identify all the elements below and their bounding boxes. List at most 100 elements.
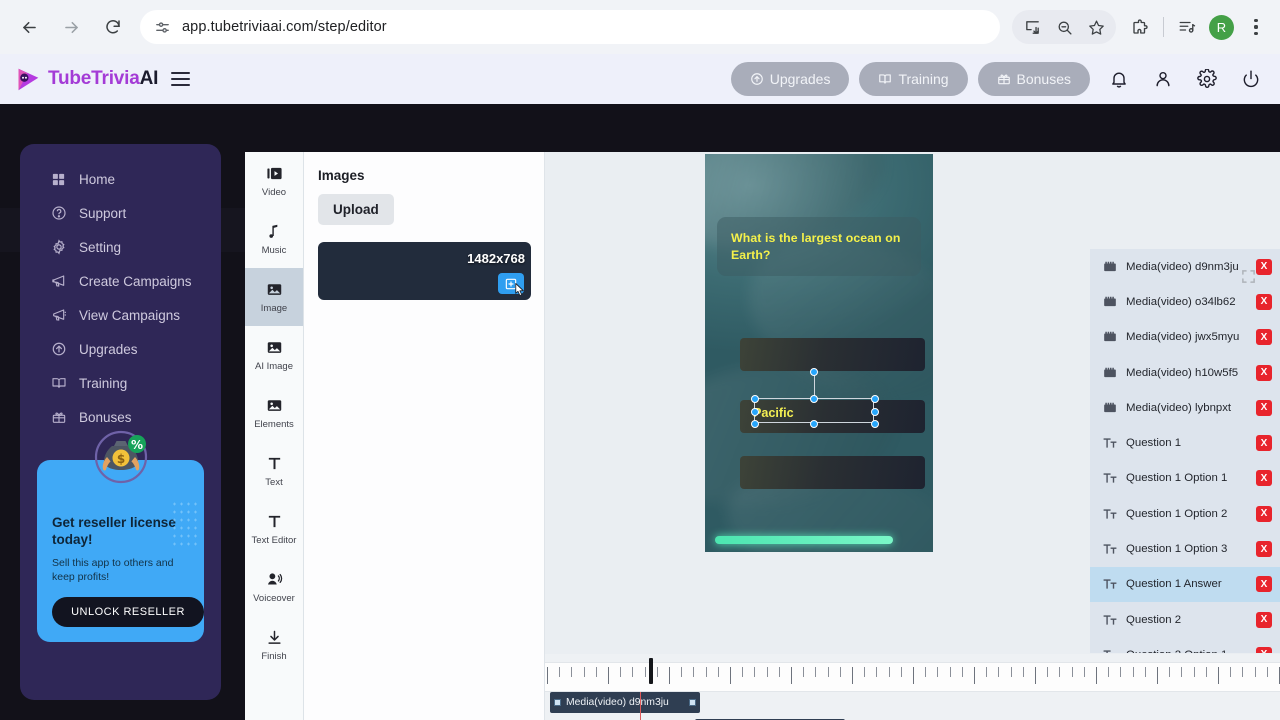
- clip-label: Media(video) d9nm3ju: [566, 697, 669, 708]
- handle-top-center[interactable]: [810, 395, 818, 403]
- handle-left-middle[interactable]: [751, 408, 759, 416]
- timeline-playhead-handle[interactable]: [649, 658, 653, 684]
- timeline-clip[interactable]: Media(video) d9nm3ju: [550, 692, 700, 713]
- layer-delete-button[interactable]: X: [1256, 364, 1272, 381]
- layer-row[interactable]: Media(video) jwx5myu X: [1090, 320, 1280, 355]
- sidebar-item-view-campaigns[interactable]: View Campaigns: [20, 298, 221, 332]
- megaphone-icon: [50, 273, 67, 290]
- tool-text-editor[interactable]: Text Editor: [245, 500, 303, 558]
- ruler-tick: [925, 667, 927, 677]
- layer-row[interactable]: Media(video) lybnpxt X: [1090, 390, 1280, 425]
- hamburger-menu-icon[interactable]: [171, 72, 191, 86]
- tool-video[interactable]: Video: [245, 152, 303, 210]
- layer-delete-button[interactable]: X: [1256, 576, 1272, 593]
- tool-label-finish: Finish: [261, 651, 287, 662]
- profile-avatar[interactable]: R: [1209, 14, 1234, 40]
- sidebar-item-support[interactable]: Support: [20, 196, 221, 230]
- upload-button[interactable]: Upload: [318, 194, 394, 225]
- layer-row[interactable]: Media(video) o34lb62 X: [1090, 284, 1280, 319]
- film-icon: [1102, 330, 1117, 344]
- handle-bottom-center[interactable]: [810, 420, 818, 428]
- extensions-button[interactable]: [1124, 11, 1156, 43]
- clip-handle-left[interactable]: [554, 699, 561, 706]
- layer-row[interactable]: Question 1 X: [1090, 425, 1280, 460]
- layer-delete-button[interactable]: X: [1256, 329, 1272, 346]
- layer-row[interactable]: Media(video) h10w5f5 X: [1090, 355, 1280, 390]
- account-button[interactable]: [1148, 64, 1178, 94]
- reload-button[interactable]: [96, 10, 130, 44]
- layer-row[interactable]: Question 1 Option 2 X: [1090, 496, 1280, 531]
- sidebar-item-home[interactable]: Home: [20, 162, 221, 196]
- rotate-handle[interactable]: [810, 368, 818, 376]
- layer-delete-button[interactable]: X: [1256, 293, 1272, 310]
- handle-right-middle[interactable]: [871, 408, 879, 416]
- preview-progress-track[interactable]: [715, 536, 893, 544]
- canvas-area: What is the largest ocean on Earth? Paci…: [545, 152, 1101, 552]
- tool-rail: Video Music Image AI Image Elements Text…: [245, 152, 304, 720]
- tool-text[interactable]: Text: [245, 442, 303, 500]
- back-button[interactable]: [12, 10, 46, 44]
- tool-image[interactable]: Image: [245, 268, 303, 326]
- layer-delete-button[interactable]: X: [1256, 646, 1272, 653]
- logout-button[interactable]: [1236, 64, 1266, 94]
- ruler-tick: [1108, 667, 1110, 677]
- unlock-reseller-button[interactable]: UNLOCK RESELLER: [52, 596, 204, 627]
- brand-logo-group[interactable]: TubeTriviaAI: [14, 66, 158, 93]
- install-app-button[interactable]: [1016, 11, 1048, 43]
- option-bar-1[interactable]: [740, 338, 925, 371]
- handle-top-left[interactable]: [751, 395, 759, 403]
- selection-box[interactable]: [751, 368, 879, 428]
- layer-row[interactable]: Question 2 X: [1090, 602, 1280, 637]
- ruler-tick: [705, 667, 707, 677]
- layer-delete-button[interactable]: X: [1256, 435, 1272, 452]
- handle-bottom-left[interactable]: [751, 420, 759, 428]
- layer-delete-button[interactable]: X: [1256, 470, 1272, 487]
- tool-ai-image[interactable]: AI Image: [245, 326, 303, 384]
- tool-voiceover[interactable]: Voiceover: [245, 558, 303, 616]
- address-bar[interactable]: app.tubetriviaai.com/step/editor: [140, 10, 1000, 44]
- tool-elements[interactable]: Elements: [245, 384, 303, 442]
- option-bar-3[interactable]: [740, 456, 925, 489]
- image-thumbnail-card[interactable]: 1482x768: [318, 242, 531, 300]
- layer-delete-button[interactable]: X: [1256, 611, 1272, 628]
- sidebar-item-create-campaigns[interactable]: Create Campaigns: [20, 264, 221, 298]
- promo-dot-pattern: [171, 500, 197, 546]
- ruler-tick: [595, 667, 597, 677]
- handle-bottom-right[interactable]: [871, 420, 879, 428]
- forward-button[interactable]: [54, 10, 88, 44]
- tool-music[interactable]: Music: [245, 210, 303, 268]
- layer-row[interactable]: Question 2 Option 1 X: [1090, 637, 1280, 653]
- tool-finish[interactable]: Finish: [245, 616, 303, 674]
- sidebar-label-create-campaigns: Create Campaigns: [79, 273, 192, 289]
- text-icon: [1102, 436, 1117, 450]
- layer-delete-button[interactable]: X: [1256, 505, 1272, 522]
- grid-icon: [50, 171, 67, 188]
- layer-row-selected[interactable]: Question 1 Answer X: [1090, 566, 1280, 602]
- layer-row[interactable]: Question 1 Option 1 X: [1090, 461, 1280, 496]
- settings-button[interactable]: [1192, 64, 1222, 94]
- browser-menu-button[interactable]: [1240, 11, 1272, 43]
- header-upgrades-button[interactable]: Upgrades: [730, 62, 850, 96]
- zoom-button[interactable]: [1048, 11, 1080, 43]
- sidebar-item-upgrades[interactable]: Upgrades: [20, 332, 221, 366]
- book-icon: [879, 74, 892, 84]
- page-settings-icon[interactable]: [154, 19, 171, 36]
- header-training-button[interactable]: Training: [859, 62, 968, 96]
- timeline-ruler[interactable]: [545, 662, 1280, 692]
- video-preview[interactable]: What is the largest ocean on Earth? Paci…: [705, 154, 933, 552]
- money-bag-icon: $ %: [94, 430, 147, 484]
- sidebar-item-setting[interactable]: Setting: [20, 230, 221, 264]
- sidebar-item-training[interactable]: Training: [20, 366, 221, 400]
- expand-icon[interactable]: [1241, 269, 1256, 284]
- layer-row[interactable]: Question 1 Option 3 X: [1090, 531, 1280, 566]
- layer-delete-button[interactable]: X: [1256, 399, 1272, 416]
- header-bonuses-button[interactable]: Bonuses: [977, 62, 1090, 96]
- handle-top-right[interactable]: [871, 395, 879, 403]
- notifications-button[interactable]: [1104, 64, 1134, 94]
- bookmark-button[interactable]: [1080, 11, 1112, 43]
- layer-delete-button[interactable]: X: [1256, 541, 1272, 558]
- layer-delete-button[interactable]: X: [1256, 258, 1272, 275]
- clip-handle-right[interactable]: [689, 699, 696, 706]
- ruler-tick: [913, 667, 914, 684]
- media-controls-button[interactable]: [1171, 11, 1203, 43]
